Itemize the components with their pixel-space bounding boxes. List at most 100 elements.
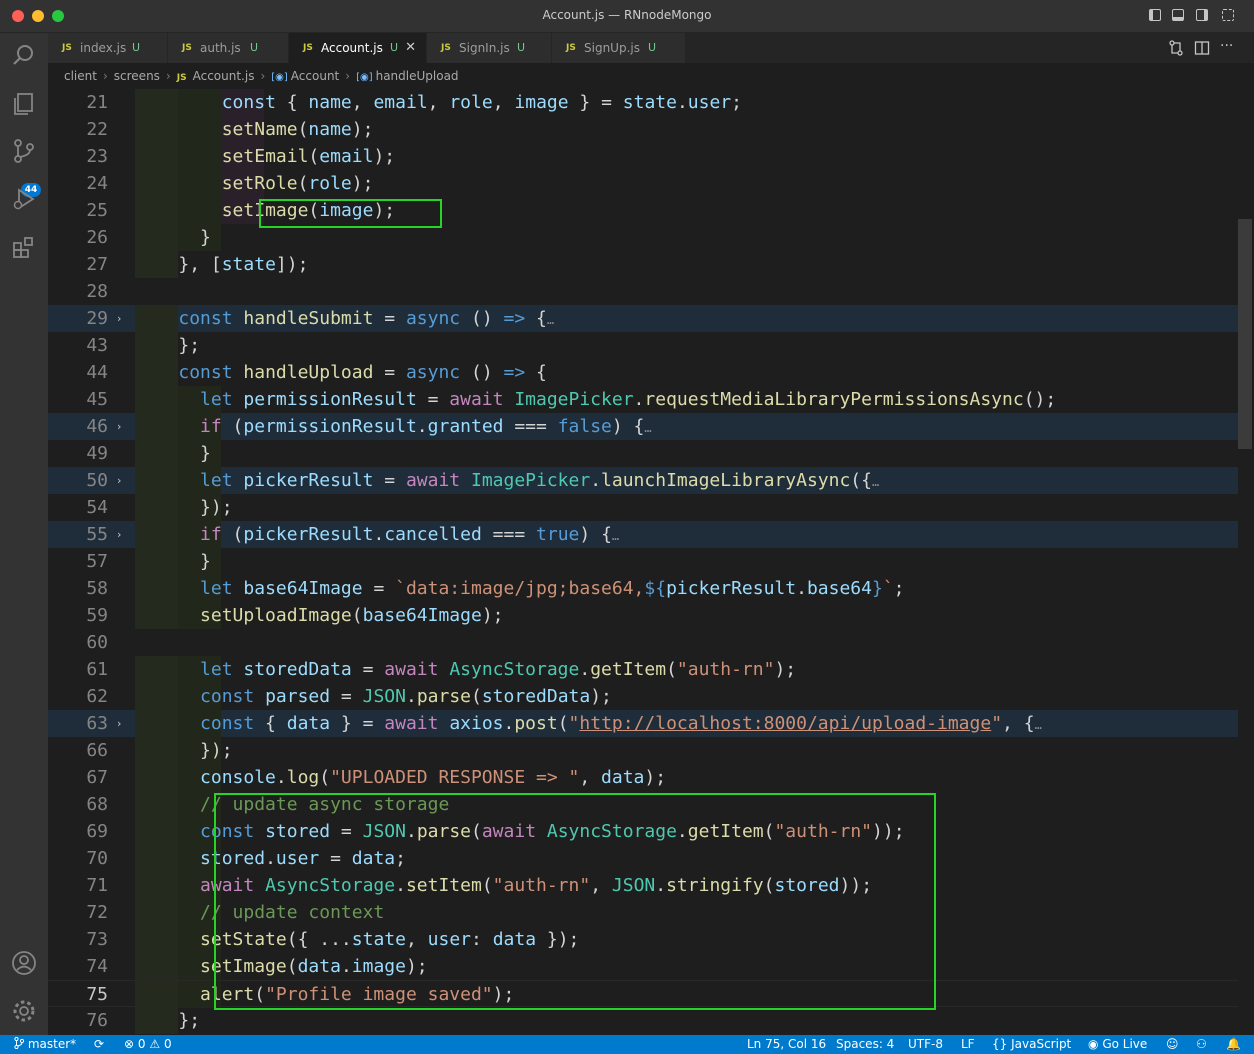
- line-number: 71: [86, 875, 108, 896]
- indent-guide: [135, 548, 178, 575]
- code-text: });: [200, 740, 233, 761]
- line-number: 50: [86, 470, 108, 491]
- code-line[interactable]: 55 › if (pickerResult.cancelled === true) …: [48, 521, 1238, 548]
- broadcast-icon: ◉: [1088, 1037, 1099, 1051]
- tab-index-js[interactable]: JS index.js U: [48, 33, 168, 63]
- code-line[interactable]: 43};: [48, 332, 1238, 359]
- code-editor[interactable]: 21 const { name, email, role, image } = s…: [48, 89, 1254, 1035]
- copilot-icon[interactable]: ☺: [1166, 1035, 1179, 1054]
- code-line[interactable]: 26}: [48, 224, 1238, 251]
- indent-guide: [135, 845, 178, 872]
- notifications-bell-icon[interactable]: 🔔: [1226, 1035, 1241, 1054]
- line-number: 25: [86, 200, 108, 221]
- indent-guide: [135, 494, 178, 521]
- line-number: 43: [86, 335, 108, 356]
- code-line[interactable]: 62 const parsed = JSON.parse(storedData);: [48, 683, 1238, 710]
- code-line[interactable]: 22 setName(name);: [48, 116, 1238, 143]
- tab-signin-js[interactable]: JS SignIn.js U: [427, 33, 552, 63]
- indent-guide: [135, 683, 178, 710]
- more-actions-icon[interactable]: ···: [1220, 38, 1233, 54]
- folded-ellipsis-icon[interactable]: …: [644, 421, 651, 435]
- code-line[interactable]: 63 › const { data } = await axios.post("ht…: [48, 710, 1238, 737]
- js-file-icon: JS: [62, 43, 72, 53]
- folded-ellipsis-icon[interactable]: …: [872, 475, 879, 489]
- fold-chevron-icon[interactable]: ›: [117, 413, 121, 440]
- customize-layout-icon[interactable]: [1222, 9, 1234, 21]
- indent-guide: [178, 143, 221, 170]
- code-line[interactable]: 45 let permissionResult = await ImagePick…: [48, 386, 1238, 413]
- code-line[interactable]: 28: [48, 278, 1238, 305]
- toggle-secondary-sidebar-icon[interactable]: [1196, 9, 1208, 21]
- folded-ellipsis-icon[interactable]: …: [547, 313, 554, 327]
- code-line[interactable]: 54});: [48, 494, 1238, 521]
- code-line[interactable]: 60: [48, 629, 1238, 656]
- indent-guide: [135, 332, 178, 359]
- error-count: 0: [137, 1037, 146, 1051]
- code-line[interactable]: 49}: [48, 440, 1238, 467]
- editor-scrollbar-thumb[interactable]: [1238, 219, 1252, 449]
- language-mode[interactable]: {} JavaScript: [992, 1035, 1071, 1054]
- go-live-button[interactable]: ◉ Go Live: [1088, 1035, 1147, 1054]
- fold-chevron-icon[interactable]: ›: [117, 467, 121, 494]
- breadcrumb-part[interactable]: screens: [114, 63, 160, 89]
- fold-chevron-icon[interactable]: ›: [117, 710, 121, 737]
- toggle-panel-icon[interactable]: [1172, 9, 1184, 21]
- folded-ellipsis-icon[interactable]: …: [1035, 718, 1042, 732]
- code-text: if (permissionResult.granted === false) …: [200, 416, 652, 437]
- extensions-icon[interactable]: [10, 233, 38, 261]
- toggle-primary-sidebar-icon[interactable]: [1149, 9, 1161, 21]
- feedback-icon[interactable]: ⚇: [1196, 1035, 1207, 1054]
- run-debug-icon[interactable]: [10, 185, 38, 213]
- indent-guide: [135, 1007, 178, 1034]
- line-number: 45: [86, 389, 108, 410]
- explorer-search-icon[interactable]: [10, 41, 38, 69]
- code-line[interactable]: 44 const handleUpload = async () => {: [48, 359, 1238, 386]
- code-line[interactable]: 57}: [48, 548, 1238, 575]
- accounts-icon[interactable]: [10, 949, 38, 977]
- title-bar: Account.js — RNnodeMongo: [0, 0, 1254, 33]
- line-number: 67: [86, 767, 108, 788]
- code-line[interactable]: 46 › if (permissionResult.granted === fals…: [48, 413, 1238, 440]
- tab-auth-js[interactable]: JS auth.js U: [168, 33, 289, 63]
- close-tab-icon[interactable]: ✕: [405, 33, 416, 63]
- code-line[interactable]: 23 setEmail(email);: [48, 143, 1238, 170]
- tab-status: U: [648, 41, 657, 54]
- code-line[interactable]: 61 let storedData = await AsyncStorage.ge…: [48, 656, 1238, 683]
- code-line[interactable]: 50 › let pickerResult = await ImagePicker.…: [48, 467, 1238, 494]
- code-line[interactable]: 76};: [48, 1007, 1238, 1034]
- indent-guide: [135, 791, 178, 818]
- code-line[interactable]: 21 const { name, email, role, image } = s…: [48, 89, 1238, 116]
- branch-indicator[interactable]: master*: [14, 1035, 76, 1054]
- code-line[interactable]: 29 › const handleSubmit = async () => {…: [48, 305, 1238, 332]
- breadcrumb-part[interactable]: client: [64, 63, 97, 89]
- code-line[interactable]: 24 setRole(role);: [48, 170, 1238, 197]
- breadcrumb-part[interactable]: handleUpload: [376, 63, 459, 89]
- manage-gear-icon[interactable]: [10, 997, 38, 1025]
- fold-chevron-icon[interactable]: ›: [117, 305, 121, 332]
- fold-chevron-icon[interactable]: ›: [117, 521, 121, 548]
- open-changes-icon[interactable]: [1168, 40, 1184, 56]
- code-line[interactable]: 58 let base64Image = `data:image/jpg;base…: [48, 575, 1238, 602]
- tab-signup-js[interactable]: JS SignUp.js U: [552, 33, 686, 63]
- problems-indicator[interactable]: ⊗ 0 ⚠ 0: [124, 1035, 172, 1054]
- breadcrumb-separator-icon: ›: [165, 69, 171, 83]
- folded-ellipsis-icon[interactable]: …: [612, 529, 619, 543]
- code-line[interactable]: 66});: [48, 737, 1238, 764]
- explorer-files-icon[interactable]: [10, 89, 38, 117]
- source-control-icon[interactable]: [10, 137, 38, 165]
- code-line[interactable]: 67 console.log("UPLOADED RESPONSE => ", d…: [48, 764, 1238, 791]
- indentation[interactable]: Spaces: 4: [836, 1035, 894, 1054]
- encoding[interactable]: UTF-8: [908, 1035, 943, 1054]
- sync-icon[interactable]: ⟳: [94, 1035, 104, 1054]
- end-of-line[interactable]: LF: [961, 1035, 975, 1054]
- breadcrumb-part[interactable]: Account: [291, 63, 339, 89]
- code-line[interactable]: 59 setUploadImage(base64Image);: [48, 602, 1238, 629]
- indent-guide: [135, 170, 178, 197]
- line-number: 63: [86, 713, 108, 734]
- breadcrumb-part[interactable]: Account.js: [193, 63, 255, 89]
- split-editor-icon[interactable]: [1194, 40, 1210, 56]
- code-line[interactable]: 25 setImage(image);: [48, 197, 1238, 224]
- code-line[interactable]: 27}, [state]);: [48, 251, 1238, 278]
- cursor-position[interactable]: Ln 75, Col 16: [747, 1035, 826, 1054]
- tab-account-js[interactable]: JS Account.js U ✕: [289, 33, 427, 63]
